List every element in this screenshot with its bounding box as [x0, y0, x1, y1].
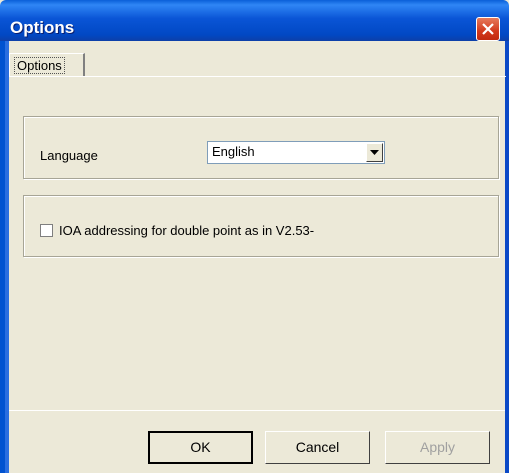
- cancel-button[interactable]: Cancel: [265, 431, 370, 464]
- tab-options[interactable]: Options: [9, 53, 85, 77]
- ok-button[interactable]: OK: [148, 431, 253, 464]
- tab-label: Options: [14, 57, 65, 74]
- close-button[interactable]: [476, 17, 500, 41]
- language-dropdown-button[interactable]: [366, 143, 383, 162]
- window-title: Options: [10, 18, 75, 37]
- language-select-value: English: [212, 144, 255, 159]
- options-dialog: Options Options Language English IOA add…: [0, 0, 509, 473]
- divider: [9, 410, 505, 411]
- title-bar[interactable]: Options: [0, 0, 509, 41]
- language-select[interactable]: English: [207, 141, 385, 164]
- ioa-addressing-label[interactable]: IOA addressing for double point as in V2…: [59, 223, 314, 238]
- ioa-addressing-checkbox[interactable]: [40, 224, 53, 237]
- apply-button[interactable]: Apply: [385, 431, 490, 464]
- language-label: Language: [40, 148, 98, 163]
